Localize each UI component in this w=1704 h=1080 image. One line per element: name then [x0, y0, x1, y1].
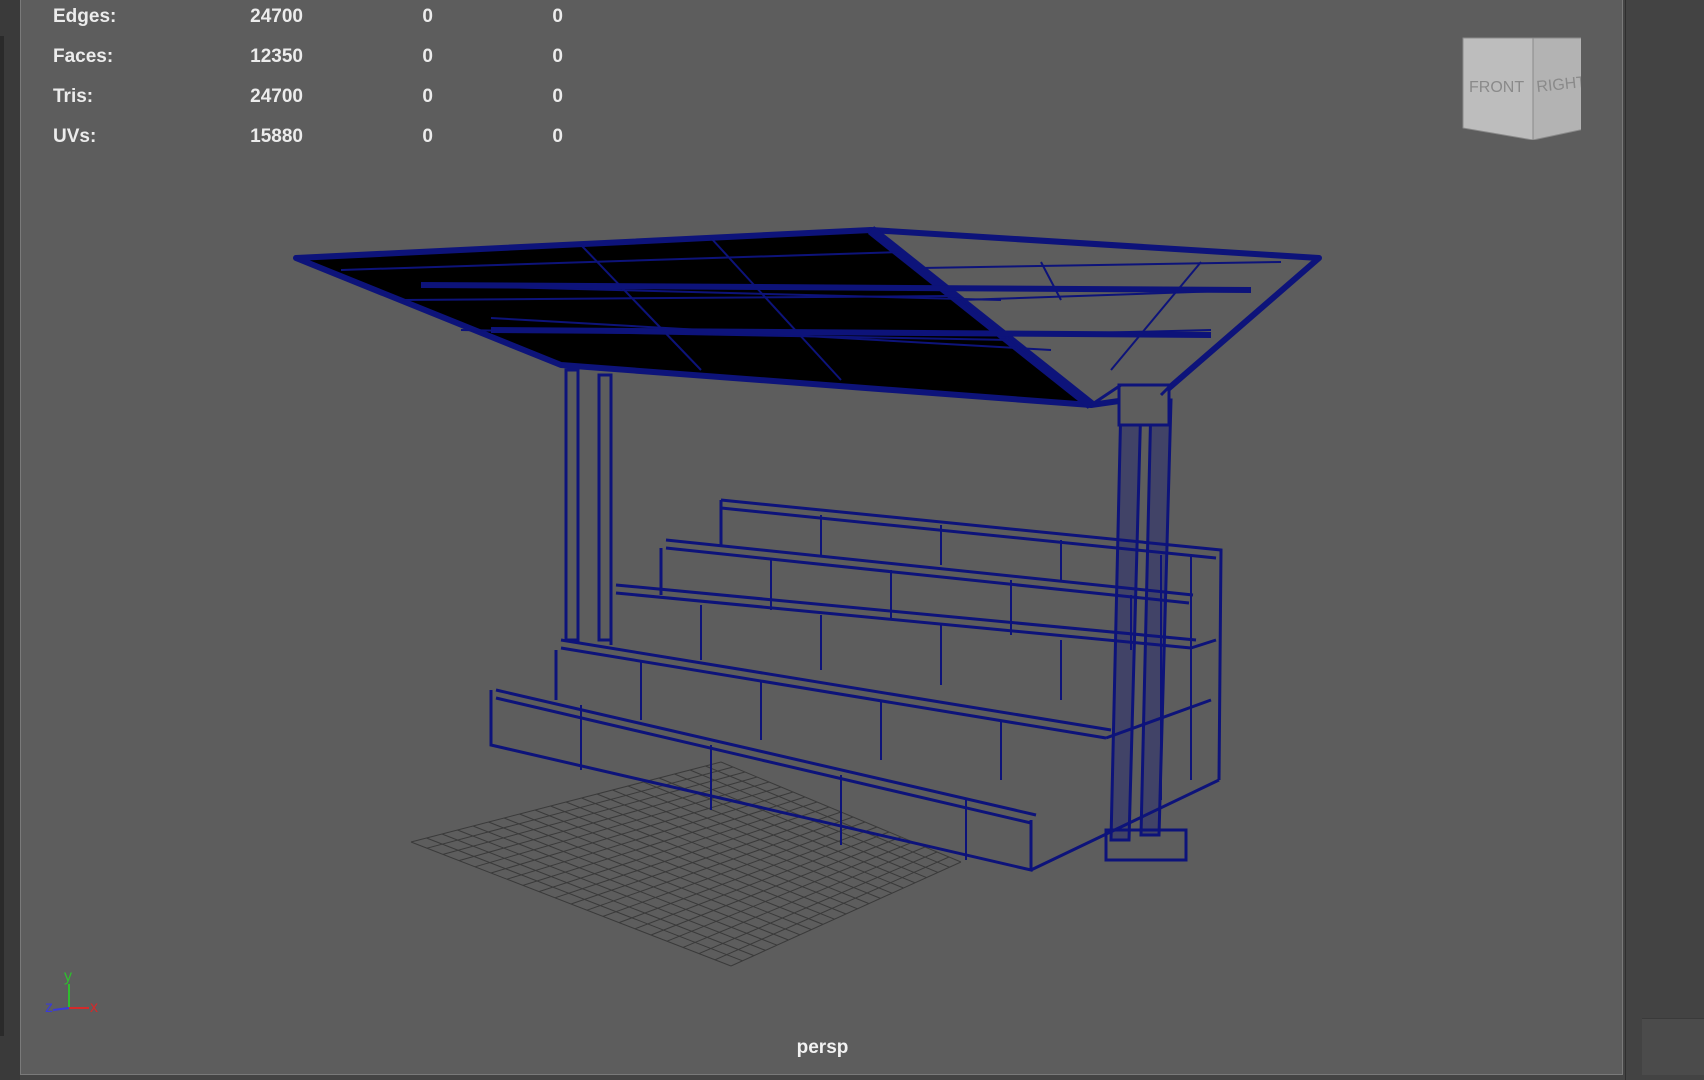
right-side-panel: [1625, 0, 1704, 1080]
hud-value: 0: [552, 86, 563, 107]
canopy-roof[interactable]: [293, 226, 1322, 409]
left-panel-strip: [0, 0, 20, 1080]
axis-x-label: x: [90, 999, 98, 1016]
camera-name-label: persp: [796, 1037, 849, 1058]
panel-resize-handle[interactable]: [0, 36, 4, 1036]
perspective-viewport[interactable]: Edges: 24700 0 0 Faces: 12350 0 0 Tris: …: [20, 0, 1623, 1075]
viewcube-front-label: FRONT: [1469, 79, 1524, 96]
panel-corner-widget[interactable]: [1642, 1018, 1704, 1075]
axis-gizmo-icon: y x z: [45, 968, 98, 1016]
viewcube-icon[interactable]: FRONT RIGHT: [1441, 30, 1581, 140]
hud-value: 0: [552, 46, 563, 67]
grid-line: [714, 856, 950, 961]
maya-viewport-app: Edges: 24700 0 0 Faces: 12350 0 0 Tris: …: [0, 0, 1704, 1080]
axis-y-label: y: [64, 968, 72, 985]
hud-value: 0: [552, 126, 563, 147]
ground-grid: [410, 761, 962, 967]
scene-canvas[interactable]: [21, 0, 1623, 1075]
axis-z-label: z: [45, 999, 53, 1016]
hud-value: 0: [552, 6, 563, 27]
grid-line: [730, 861, 962, 967]
grid-line: [698, 851, 938, 955]
